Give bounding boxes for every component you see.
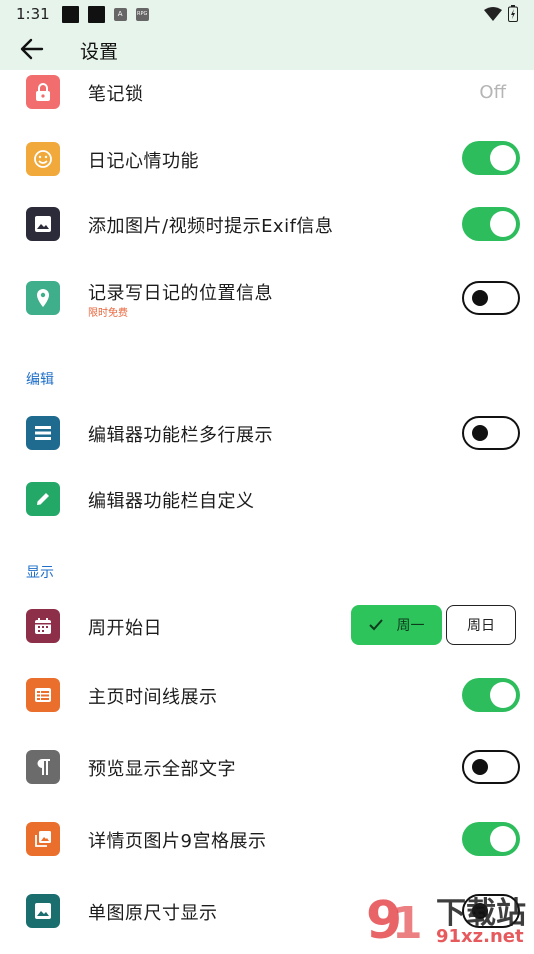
grid9-toggle[interactable] bbox=[462, 822, 520, 856]
toolbar-multiline-toggle[interactable] bbox=[462, 416, 520, 450]
notification-icon: A bbox=[113, 7, 127, 21]
svg-text:1: 1 bbox=[392, 898, 423, 949]
setting-label: 记录写日记的位置信息 bbox=[88, 283, 273, 304]
status-bar: 1:31 A RPG bbox=[0, 0, 534, 28]
week-start-monday-button[interactable]: 周一 bbox=[351, 605, 442, 645]
lock-icon bbox=[26, 75, 60, 109]
setting-timeline[interactable]: 主页时间线展示 bbox=[0, 674, 534, 716]
exif-prompt-toggle[interactable] bbox=[462, 207, 520, 241]
pencil-icon bbox=[26, 482, 60, 516]
preview-all-toggle[interactable] bbox=[462, 750, 520, 784]
week-start-option: 周一 bbox=[396, 618, 425, 634]
smile-icon bbox=[26, 142, 60, 176]
wifi-icon bbox=[484, 6, 502, 21]
setting-label: 日记心情功能 bbox=[88, 151, 199, 172]
gallery-icon bbox=[26, 822, 60, 856]
setting-label: 预览显示全部文字 bbox=[88, 759, 236, 780]
image-icon bbox=[26, 207, 60, 241]
setting-label: 详情页图片9宫格展示 bbox=[88, 831, 267, 852]
check-icon bbox=[368, 619, 383, 631]
location-toggle[interactable] bbox=[462, 281, 520, 315]
setting-label: 笔记锁 bbox=[88, 84, 144, 105]
week-start-sunday-button[interactable]: 周日 bbox=[446, 605, 516, 645]
back-arrow-icon[interactable] bbox=[20, 38, 44, 60]
setting-note-lock[interactable]: 笔记锁 Off bbox=[0, 72, 534, 114]
setting-label: 主页时间线展示 bbox=[88, 687, 218, 708]
setting-diary-mood[interactable]: 日记心情功能 bbox=[0, 138, 534, 180]
page-title: 设置 bbox=[80, 41, 119, 63]
setting-exif-prompt[interactable]: 添加图片/视频时提示Exif信息 bbox=[0, 203, 534, 245]
battery-icon bbox=[508, 5, 518, 22]
location-pin-icon bbox=[26, 281, 60, 315]
watermark-url: 91xz.net bbox=[436, 926, 524, 947]
timeline-toggle[interactable] bbox=[462, 678, 520, 712]
diary-mood-toggle[interactable] bbox=[462, 141, 520, 175]
table-icon bbox=[26, 678, 60, 712]
notification-icon bbox=[87, 5, 105, 23]
week-start-option: 周日 bbox=[467, 618, 495, 634]
setting-toolbar-multiline[interactable]: 编辑器功能栏多行展示 bbox=[0, 412, 534, 454]
status-time: 1:31 bbox=[16, 5, 50, 23]
setting-label: 添加图片/视频时提示Exif信息 bbox=[88, 216, 334, 237]
free-badge: 限时免费 bbox=[88, 308, 128, 319]
setting-label: 编辑器功能栏自定义 bbox=[88, 491, 255, 512]
setting-label: 单图原尺寸显示 bbox=[88, 903, 218, 924]
site-watermark: 9 1 下载站 91xz.net bbox=[364, 888, 534, 951]
setting-label: 周开始日 bbox=[88, 618, 162, 639]
paragraph-icon bbox=[26, 750, 60, 784]
section-header-edit: 编辑 bbox=[26, 372, 54, 388]
notification-icon bbox=[61, 5, 79, 23]
image-icon bbox=[26, 894, 60, 928]
notification-icon: RPG bbox=[135, 7, 149, 21]
setting-location[interactable]: 记录写日记的位置信息 限时免费 bbox=[0, 275, 534, 325]
setting-label: 编辑器功能栏多行展示 bbox=[88, 425, 273, 446]
list-icon bbox=[26, 416, 60, 450]
app-bar: 设置 bbox=[0, 28, 534, 70]
setting-preview-all[interactable]: 预览显示全部文字 bbox=[0, 748, 534, 790]
setting-value: Off bbox=[479, 82, 506, 103]
setting-grid9[interactable]: 详情页图片9宫格展示 bbox=[0, 818, 534, 860]
calendar-icon bbox=[26, 609, 60, 643]
setting-toolbar-custom[interactable]: 编辑器功能栏自定义 bbox=[0, 480, 534, 522]
section-header-display: 显示 bbox=[26, 565, 54, 581]
